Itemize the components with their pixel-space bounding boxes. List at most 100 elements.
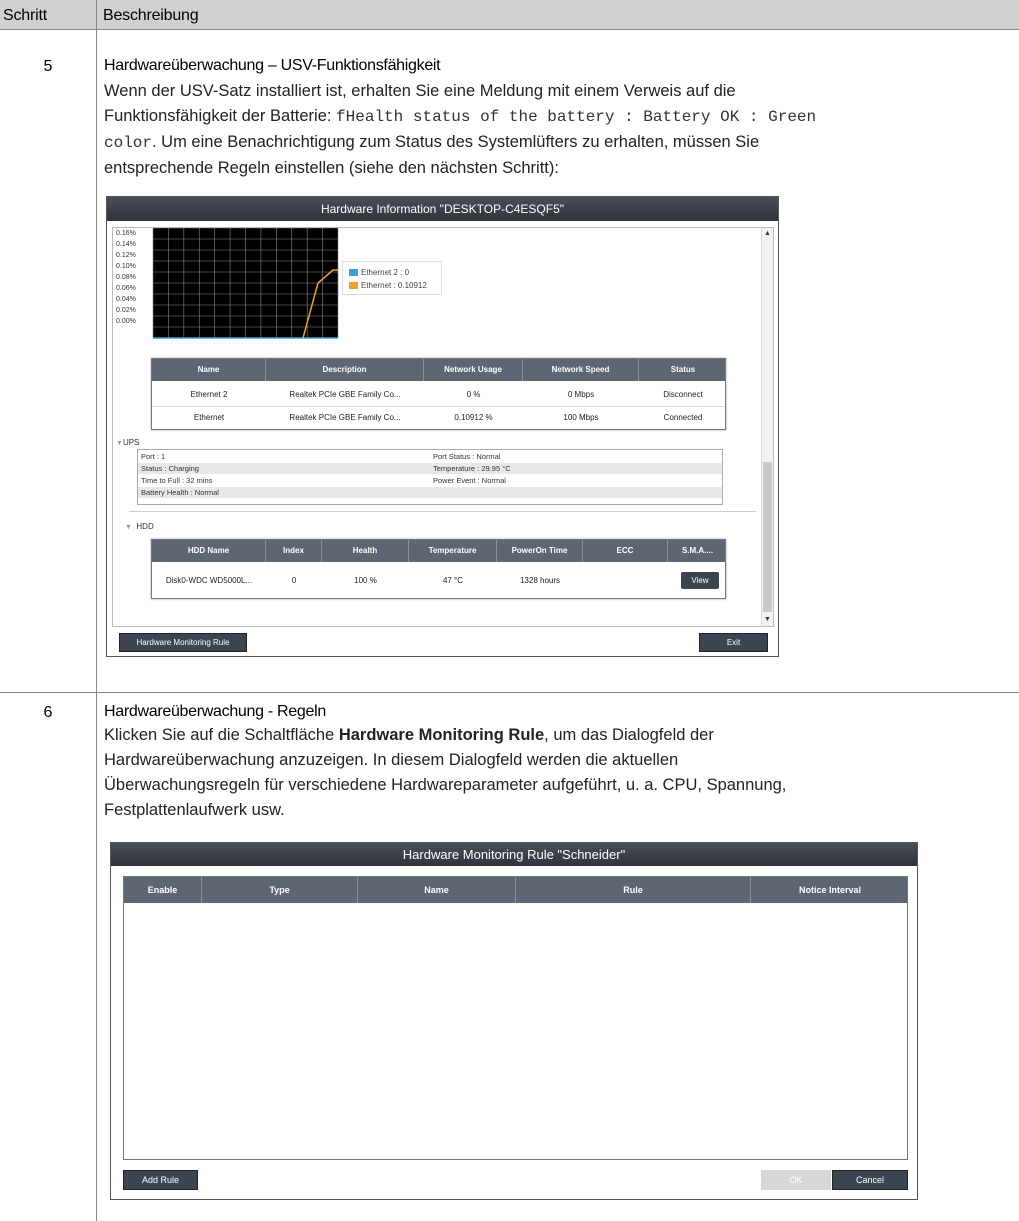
hardware-info-content: 0.16% 0.14% 0.12% 0.10% 0.08% 0.06% 0.04% 0.02%… [112, 227, 774, 627]
cell-speed: 100 Mbps [563, 413, 599, 422]
col-health[interactable]: Health [322, 540, 409, 562]
add-rule-button[interactable]: Add Rule [123, 1170, 198, 1190]
step-6-line-2: Hardwareüberwachung anzuzeigen. In diese… [104, 751, 679, 769]
ups-port: Port : 1 [141, 452, 166, 461]
step-6-line-3: Überwachungsregeln für verschiedene Hard… [104, 776, 787, 794]
ups-temperature: Temperature : 29.95 °C [430, 463, 722, 474]
col-temperature[interactable]: Temperature [409, 540, 497, 562]
col-status[interactable]: Status [639, 359, 727, 381]
cell-status: Connected [663, 413, 703, 422]
col-hdd-name[interactable]: HDD Name [152, 540, 266, 562]
col-poweron-time[interactable]: PowerOn Time [497, 540, 583, 562]
cell-usage: 0.10912 % [454, 413, 493, 422]
step-5-line-1: Wenn der USV-Satz installiert ist, erhal… [104, 82, 736, 100]
column-divider [96, 0, 97, 1221]
col-ecc[interactable]: ECC [583, 540, 668, 562]
cell-health: 100 % [354, 576, 377, 585]
ups-section-toggle[interactable]: ▼UPS [116, 438, 139, 447]
network-table-header: Name Description Network Usage Network S… [152, 359, 725, 381]
rules-table: Enable Type Name Rule Notice Interval [123, 876, 908, 1160]
col-enable[interactable]: Enable [124, 877, 202, 903]
section-divider [129, 511, 756, 512]
window-title: Hardware Monitoring Rule "Schneider" [111, 843, 917, 866]
step-6-body: Klicken Sie auf die Schaltfläche Hardwar… [104, 723, 1009, 823]
network-chart [152, 228, 339, 339]
col-rule[interactable]: Rule [516, 877, 751, 903]
cell-temperature: 47 °C [442, 576, 464, 585]
step-5-number: 5 [43, 58, 53, 75]
hardware-monitoring-rule-window: Hardware Monitoring Rule "Schneider" Ena… [110, 842, 918, 1200]
col-name[interactable]: Name [152, 359, 266, 381]
collapse-triangle-icon: ▼ [116, 440, 123, 447]
window-title: Hardware Information "DESKTOP-C4ESQF5" [107, 197, 778, 221]
vertical-scrollbar[interactable]: ▲ ▼ [761, 228, 773, 626]
cell-hdd-name: Disk0-WDC WD5000L... [165, 576, 253, 585]
rules-table-header: Enable Type Name Rule Notice Interval [124, 877, 907, 903]
cell-index: 0 [291, 576, 297, 585]
step-5-body: Wenn der USV-Satz installiert ist, erhal… [104, 79, 1009, 181]
cell-ecc [583, 565, 668, 597]
step-6-line-1: Klicken Sie auf die Schaltfläche Hardwar… [104, 723, 1009, 748]
step-6-bold-term: Hardware Monitoring Rule [338, 726, 545, 744]
legend-item-ethernet: Ethernet : 0.10912 [349, 281, 427, 290]
col-network-usage[interactable]: Network Usage [424, 359, 523, 381]
cell-usage: 0 % [466, 390, 481, 399]
ups-port-status: Port Status : Normal [433, 452, 501, 461]
step-5-line-3-text: . Um eine Benachrichtigung zum Status de… [152, 133, 760, 151]
table-row[interactable]: Ethernet 2 Realtek PCIe GBE Family Co...… [152, 383, 725, 407]
legend-swatch-ethernet [349, 282, 358, 289]
col-type[interactable]: Type [202, 877, 358, 903]
hdd-table-header: HDD Name Index Health Temperature PowerO… [152, 540, 725, 562]
step-6-number: 6 [43, 704, 53, 721]
legend-label: Ethernet : 0.10912 [361, 281, 427, 290]
step-5-line-3: color. Um eine Benachrichtigung zum Stat… [104, 130, 1009, 156]
step-5-line-4: entsprechende Regeln einstellen (siehe d… [104, 159, 559, 177]
cancel-button[interactable]: Cancel [832, 1170, 908, 1190]
header-step: Schritt [3, 7, 47, 24]
cell-status: Disconnect [663, 390, 703, 399]
col-notice-interval[interactable]: Notice Interval [751, 877, 909, 903]
ups-battery-health: Battery Health : Normal [138, 487, 722, 498]
legend-item-ethernet-2: Ethernet 2 : 0 [349, 268, 409, 277]
step-6-line-1-suffix: , um das Dialogfeld der [544, 726, 714, 744]
ok-button[interactable]: OK [761, 1170, 831, 1190]
view-button[interactable]: View [681, 572, 719, 589]
step-6-title: Hardwareüberwachung - Regeln [104, 703, 326, 720]
header-description: Beschreibung [103, 7, 199, 24]
hardware-monitoring-rule-button[interactable]: Hardware Monitoring Rule [119, 633, 247, 652]
legend-label: Ethernet 2 : 0 [361, 268, 410, 277]
col-description[interactable]: Description [266, 359, 424, 381]
collapse-triangle-icon: ▼ [125, 524, 132, 531]
step-5-code-1: fHealth status of the battery : Battery … [336, 108, 817, 126]
legend-swatch-ethernet-2 [349, 269, 358, 276]
step-5-line-2: Funktionsfähigkeit der Batterie: fHealth… [104, 104, 1009, 130]
row-divider [0, 692, 1019, 693]
table-row[interactable]: Disk0-WDC WD5000L... 0 100 % 47 °C 1328 … [152, 565, 725, 597]
scroll-down-icon[interactable]: ▼ [762, 615, 773, 625]
step-6-line-4: Festplattenlaufwerk usw. [104, 801, 285, 819]
ups-label: UPS [122, 438, 140, 447]
document-table: Schritt Beschreibung 5 Hardwareüberwachu… [0, 0, 1019, 1221]
cell-poweron-time: 1328 hours [519, 576, 561, 585]
hdd-section-toggle[interactable]: ▼ HDD [125, 522, 154, 531]
ups-power-event: Power Event : Normal [433, 476, 506, 485]
cell-name: Ethernet 2 [190, 390, 228, 399]
col-name[interactable]: Name [358, 877, 516, 903]
exit-button[interactable]: Exit [699, 633, 768, 652]
table-row[interactable]: Ethernet Realtek PCIe GBE Family Co... 0… [152, 406, 725, 430]
scroll-up-icon[interactable]: ▲ [762, 229, 773, 239]
table-header-row: Schritt Beschreibung [0, 0, 1019, 30]
hardware-information-window: Hardware Information "DESKTOP-C4ESQF5" 0… [106, 196, 779, 657]
hdd-table: HDD Name Index Health Temperature PowerO… [151, 539, 726, 599]
cell-description: Realtek PCIe GBE Family Co... [289, 390, 401, 399]
ups-time-to-full: Time to Full : 32 mins [141, 476, 213, 485]
col-smart[interactable]: S.M.A.... [668, 540, 727, 562]
network-table: Name Description Network Usage Network S… [151, 358, 726, 430]
scrollbar-thumb[interactable] [763, 462, 772, 612]
col-network-speed[interactable]: Network Speed [523, 359, 639, 381]
chart-legend: Ethernet 2 : 0 Ethernet : 0.10912 [342, 261, 442, 295]
cell-speed: 0 Mbps [567, 390, 595, 399]
step-5-line-2-text: Funktionsfähigkeit der Batterie: [104, 107, 337, 125]
step-5-title: Hardwareüberwachung – USV-Funktionsfähig… [104, 57, 441, 74]
col-index[interactable]: Index [266, 540, 322, 562]
